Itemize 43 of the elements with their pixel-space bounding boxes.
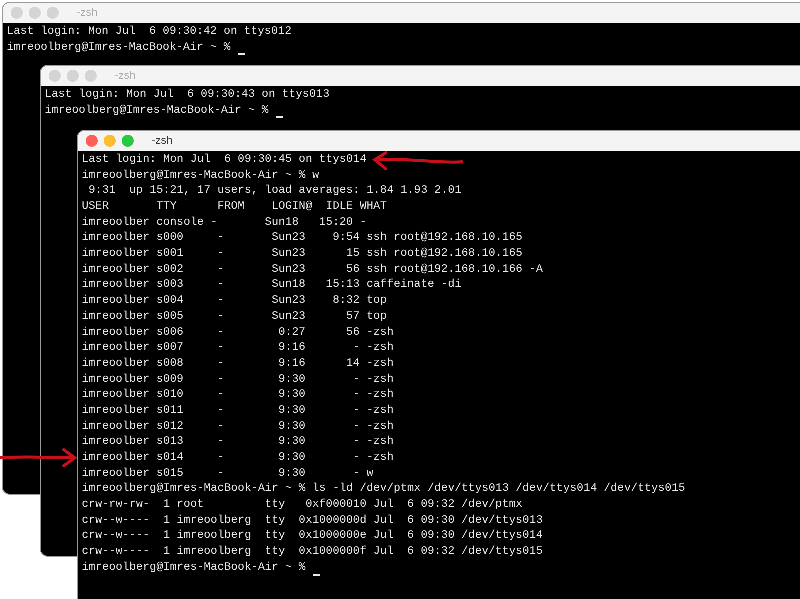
terminal-line: imreoolberg@Imres-MacBook-Air ~ % [7, 40, 232, 56]
window-title: -zsh [77, 6, 98, 21]
terminal-line: imreoolber s004 - Sun23 8:32 top [82, 294, 388, 310]
terminal-line: Last login: Mon Jul 6 09:30:43 on ttys013 [45, 88, 330, 103]
terminal-line: imreoolber s008 - 9:16 14 -zsh [82, 356, 394, 372]
terminal-line: Last login: Mon Jul 6 09:30:45 on ttys014 [82, 152, 367, 168]
terminal-line: imreoolber s000 - Sun23 9:54 ssh root@192.168.10.165 [82, 231, 523, 246]
terminal-line: imreoolber s002 - Sun23 56 ssh root@192.168.10.166 -A [82, 262, 543, 278]
terminal-line: imreoolberg@Imres-MacBook-Air ~ % [82, 560, 307, 576]
terminal-line: imreoolber s012 - 9:30 - -zsh [82, 420, 394, 435]
window-title: -zsh [115, 68, 136, 84]
terminal-line: imreoolber s011 - 9:30 - -zsh [82, 404, 394, 419]
terminal-line: imreoolberg@Imres-MacBook-Air ~ % w [82, 168, 320, 184]
terminal-line: imreoolber s007 - 9:16 - -zsh [82, 341, 394, 356]
window-control-icon[interactable] [49, 70, 61, 82]
terminal-line: imreoolber s013 - 9:30 - -zsh [82, 435, 394, 450]
window-control-icon[interactable] [86, 135, 98, 147]
terminal-line: crw--w---- 1 imreoolberg tty 0x1000000f Jul 6 09:32 /dev/ttys015 [82, 545, 543, 560]
terminal-line: imreoolber s006 - 0:27 56 -zsh [82, 326, 394, 341]
terminal-line: crw-rw-rw- 1 root tty 0xf000010 Jul 6 09:32 /dev/ptmx [82, 498, 523, 514]
terminal-line: Last login: Mon Jul 6 09:30:42 on ttys012 [7, 24, 292, 40]
terminal-line: imreoolberg@Imres-MacBook-Air ~ % ls -ld /dev/ptmx /dev/ttys013 /dev/ttys014 /dev/ttys015 [82, 482, 686, 498]
terminal-line: imreoolber s003 - Sun18 15:13 caffeinate -di [82, 278, 462, 294]
terminal-line: USER TTY FROM LOGIN@ IDLE WHAT [82, 200, 388, 216]
terminal-line: imreoolberg@Imres-MacBook-Air ~ % [45, 104, 270, 119]
terminal-line: imreoolber s001 - Sun23 15 ssh root@192.168.10.165 [82, 247, 523, 262]
window-control-icon[interactable] [122, 135, 134, 147]
terminal-line: imreoolber s015 - 9:30 - w [82, 466, 374, 482]
terminal-line: imreoolber console - Sun18 15:20 - [82, 216, 367, 231]
window-control-icon[interactable] [85, 70, 97, 82]
terminal-line: imreoolber s014 - 9:30 - -zsh [82, 451, 394, 466]
window-control-icon[interactable] [47, 7, 59, 19]
terminal-line: 9:31 up 15:21, 17 users, load averages: 1.84 1.93 2.01 [88, 184, 462, 200]
terminal-line: imreoolber s010 - 9:30 - -zsh [82, 388, 394, 404]
terminal-line: imreoolber s009 - 9:30 - -zsh [82, 372, 394, 388]
window-title: -zsh [152, 134, 173, 149]
window-control-icon[interactable] [67, 70, 79, 82]
terminal-line: imreoolber s005 - Sun23 57 top [82, 310, 388, 325]
terminal-line: crw--w---- 1 imreoolberg tty 0x1000000e Jul 6 09:30 /dev/ttys014 [82, 529, 543, 544]
window-control-icon[interactable] [104, 135, 116, 147]
window-control-icon[interactable] [11, 7, 23, 19]
terminal-line: crw--w---- 1 imreoolberg tty 0x1000000d Jul 6 09:30 /dev/ttys013 [82, 514, 543, 529]
window-control-icon[interactable] [29, 7, 41, 19]
